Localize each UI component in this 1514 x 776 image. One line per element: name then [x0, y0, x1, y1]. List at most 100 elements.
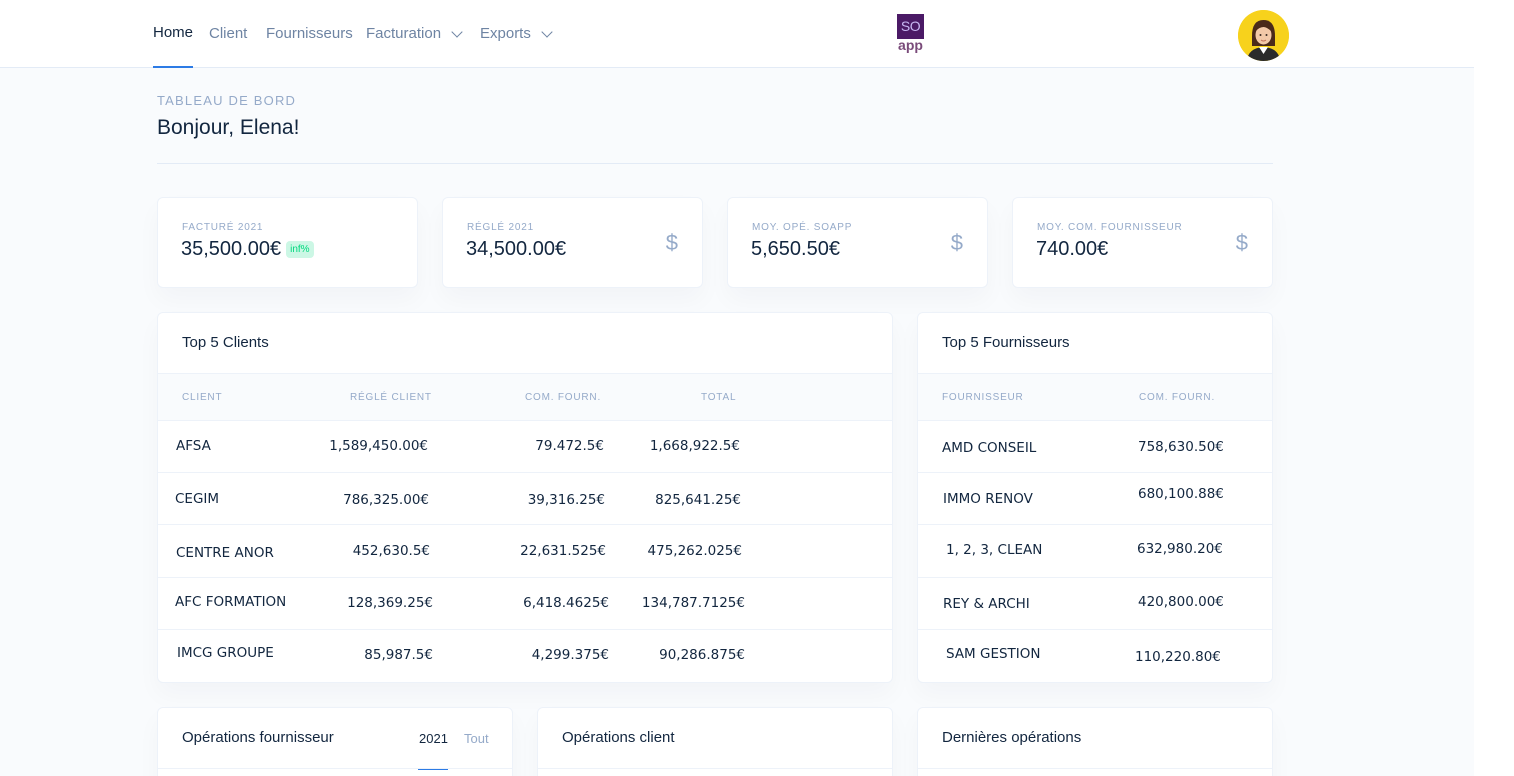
fournisseur-name: SAM GESTION	[946, 646, 1041, 662]
table-row[interactable]: AFC FORMATION 128,369.25€ 6,418.4625€ 13…	[158, 578, 892, 630]
nav-home[interactable]: Home	[153, 0, 194, 68]
com-fourn: 680,100.88€	[1138, 486, 1224, 502]
column-header[interactable]: TOTAL	[701, 392, 736, 403]
com-fourn: 22,631.525€	[520, 543, 606, 559]
kpi-label: RÉGLÉ 2021	[467, 222, 534, 233]
nav-fournisseurs-label: Fournisseurs	[266, 25, 353, 42]
table-row[interactable]: AMD CONSEIL 758,630.50€	[918, 421, 1272, 473]
fournisseur-name: AMD CONSEIL	[942, 440, 1037, 456]
ops-fournisseur-card: Opérations fournisseur 2021 Tout	[157, 707, 513, 776]
nav-facturation-dropdown[interactable]: Facturation	[366, 0, 463, 68]
regle-client: 786,325.00€	[343, 492, 429, 508]
fournisseur-name: REY & ARCHI	[943, 596, 1030, 612]
nav-client[interactable]: Client	[209, 0, 247, 68]
com-fourn: 632,980.20€	[1137, 541, 1223, 557]
kpi-card-facture: FACTURÉ 2021 35,500.00€ inf%	[157, 197, 418, 288]
page-pretitle: TABLEAU DE BORD	[157, 93, 297, 108]
kpi-value: 35,500.00€	[181, 238, 282, 260]
com-fourn: 4,299.375€	[531, 647, 609, 663]
table-row[interactable]: IMCG GROUPE 85,987.5€ 4,299.375€ 90,286.…	[158, 631, 892, 683]
com-fourn: 110,220.80€	[1135, 649, 1221, 665]
tab-2021[interactable]: 2021	[419, 731, 448, 746]
regle-client: 452,630.5€	[352, 543, 430, 559]
com-fourn: 79.472.5€	[535, 438, 604, 454]
header-divider	[157, 163, 1273, 164]
total: 134,787.7125€	[641, 595, 745, 611]
kpi-card-moy-com: MOY. COM. FOURNISSEUR 740.00€ $	[1012, 197, 1273, 288]
logo-text-bottom: app	[898, 37, 923, 53]
column-header[interactable]: CLIENT	[182, 392, 222, 403]
kpi-card-moy-ope: MOY. OPÉ. SOAPP 5,650.50€ $	[727, 197, 988, 288]
table-row[interactable]: CENTRE ANOR 452,630.5€ 22,631.525€ 475,2…	[158, 526, 892, 578]
client-name: IMCG GROUPE	[177, 645, 274, 661]
column-header[interactable]: FOURNISSEUR	[942, 392, 1024, 403]
kpi-value-row: 35,500.00€ inf%	[181, 238, 314, 261]
client-name: CEGIM	[175, 491, 220, 507]
chevron-down-icon	[541, 26, 553, 38]
kpi-card-regle: RÉGLÉ 2021 34,500.00€ $	[442, 197, 703, 288]
card-title: Top 5 Clients	[182, 334, 269, 351]
fournisseur-name: IMMO RENOV	[943, 491, 1033, 507]
total: 1,668,922.5€	[649, 438, 740, 454]
com-fourn: 758,630.50€	[1138, 439, 1224, 455]
kpi-label: MOY. OPÉ. SOAPP	[752, 222, 853, 233]
top-navbar: Home Client Fournisseurs Facturation Exp…	[0, 0, 1474, 68]
kpi-value: 740.00€	[1036, 238, 1109, 260]
card-divider	[158, 768, 512, 769]
nav-exports-dropdown[interactable]: Exports	[480, 0, 553, 68]
total: 475,262.025€	[647, 543, 742, 559]
nav-facturation-label: Facturation	[366, 25, 442, 42]
card-divider	[538, 768, 892, 769]
card-title: Top 5 Fournisseurs	[942, 334, 1070, 351]
chevron-down-icon	[451, 26, 463, 38]
client-name: CENTRE ANOR	[176, 545, 274, 561]
top-fournisseurs-card: Top 5 Fournisseurs FOURNISSEUR COM. FOUR…	[917, 312, 1273, 683]
table-row[interactable]: SAM GESTION 110,220.80€	[918, 631, 1272, 683]
com-fourn: 6,418.4625€	[523, 595, 609, 611]
last-ops-card: Dernières opérations	[917, 707, 1273, 776]
table-row[interactable]: CEGIM 786,325.00€ 39,316.25€ 825,641.25€	[158, 473, 892, 525]
table-header: FOURNISSEUR COM. FOURN.	[918, 373, 1272, 421]
nav-fournisseurs[interactable]: Fournisseurs	[266, 0, 353, 68]
fournisseur-name: 1, 2, 3, CLEAN	[946, 542, 1043, 558]
table-header: CLIENT RÉGLÉ CLIENT COM. FOURN. TOTAL	[158, 373, 892, 421]
nav-exports-label: Exports	[480, 25, 531, 42]
table-row[interactable]: AFSA 1,589,450.00€ 79.472.5€ 1,668,922.5…	[158, 421, 892, 473]
client-name: AFC FORMATION	[175, 594, 287, 610]
com-fourn: 39,316.25€	[527, 492, 605, 508]
regle-client: 128,369.25€	[347, 595, 433, 611]
dollar-icon: $	[1235, 230, 1248, 255]
column-header[interactable]: RÉGLÉ CLIENT	[350, 392, 432, 403]
dollar-icon: $	[950, 230, 963, 255]
kpi-label: FACTURÉ 2021	[182, 222, 264, 233]
table-row[interactable]: IMMO RENOV 680,100.88€	[918, 473, 1272, 525]
regle-client: 85,987.5€	[364, 647, 433, 663]
dollar-icon: $	[665, 230, 678, 255]
kpi-label: MOY. COM. FOURNISSEUR	[1037, 222, 1183, 233]
client-name: AFSA	[176, 438, 211, 454]
table-row[interactable]: 1, 2, 3, CLEAN 632,980.20€	[918, 526, 1272, 578]
soapp-logo[interactable]: SO app	[897, 14, 924, 54]
column-header[interactable]: COM. FOURN.	[1139, 392, 1215, 403]
ops-client-card: Opérations client	[537, 707, 893, 776]
table-row[interactable]: REY & ARCHI 420,800.00€	[918, 578, 1272, 630]
card-title: Opérations fournisseur	[182, 729, 334, 746]
nav-home-label: Home	[153, 24, 194, 41]
nav-client-label: Client	[209, 25, 248, 42]
card-title: Dernières opérations	[942, 729, 1082, 746]
total: 90,286.875€	[659, 647, 745, 663]
kpi-value: 34,500.00€	[466, 238, 567, 260]
kpi-badge: inf%	[286, 241, 314, 258]
top-clients-card: Top 5 Clients CLIENT RÉGLÉ CLIENT COM. F…	[157, 312, 893, 683]
card-divider	[918, 768, 1272, 769]
page-title: Bonjour, Elena!	[157, 116, 300, 139]
column-header[interactable]: COM. FOURN.	[525, 392, 601, 403]
scroll-gutter	[1474, 0, 1514, 776]
regle-client: 1,589,450.00€	[329, 438, 428, 454]
logo-text-top: SO	[897, 14, 924, 39]
total: 825,641.25€	[655, 492, 741, 508]
kpi-value: 5,650.50€	[751, 238, 840, 260]
user-avatar[interactable]	[1238, 10, 1289, 61]
com-fourn: 420,800.00€	[1138, 594, 1224, 610]
tab-tout[interactable]: Tout	[464, 731, 489, 746]
